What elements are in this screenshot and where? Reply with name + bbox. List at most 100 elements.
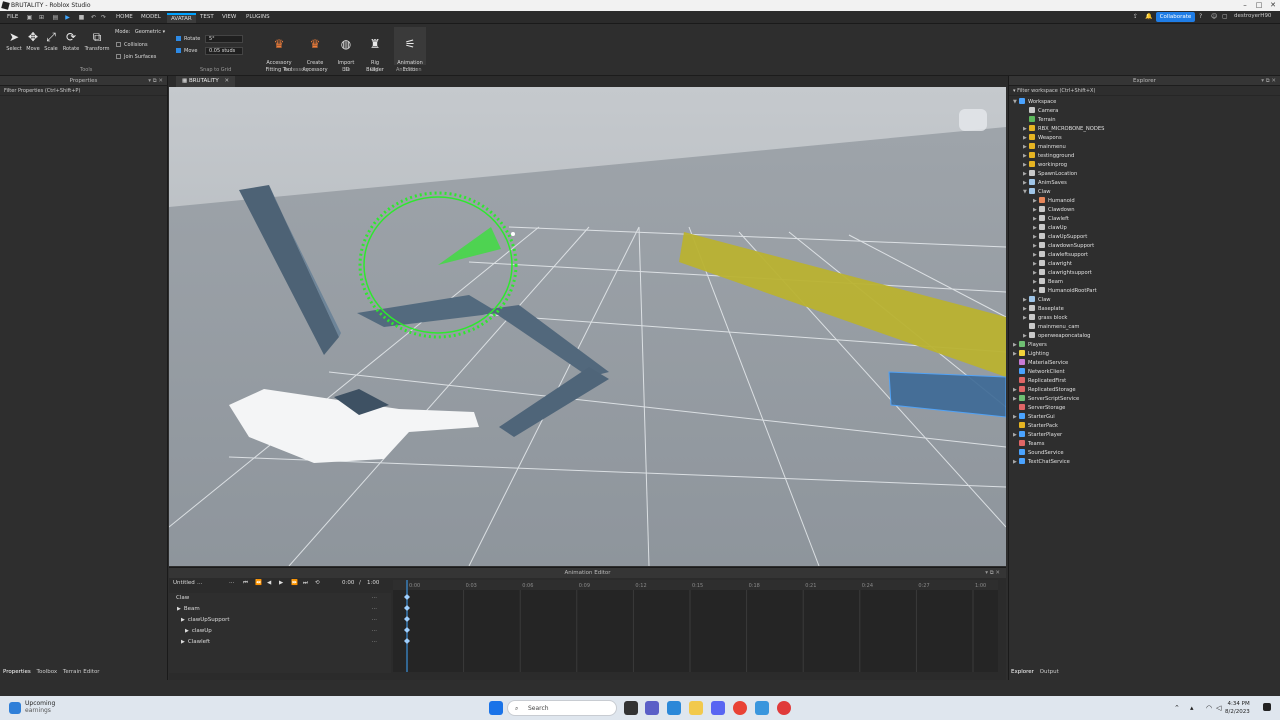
move-tool[interactable]: ✥ Move <box>23 30 43 52</box>
stop-icon[interactable]: ■ <box>78 14 85 21</box>
explorer-node[interactable]: NetworkClient <box>1009 368 1280 377</box>
explorer-node[interactable]: ▶ Claw <box>1009 296 1280 305</box>
tab-brutality[interactable]: ▦ BRUTALITY ✕ <box>176 76 236 87</box>
explorer-node[interactable]: ▶ Clawdown <box>1009 206 1280 215</box>
explorer-node[interactable]: ▶ Weapons <box>1009 134 1280 143</box>
tab-avatar[interactable]: AVATAR <box>167 13 196 23</box>
explorer-node[interactable]: ▶ Humanoid <box>1009 197 1280 206</box>
help-icon[interactable]: ? <box>1199 13 1202 20</box>
tab-test[interactable]: TEST <box>200 14 214 20</box>
username-label[interactable]: destroyerH90 <box>1234 13 1271 19</box>
track-options-icon[interactable]: ··· <box>372 593 377 604</box>
move-snap-input[interactable]: 0.05 studs <box>205 47 244 55</box>
move-snap[interactable]: Move 0.05 studs <box>176 47 244 55</box>
publish-icon[interactable]: ⊞ <box>38 14 45 21</box>
minimize-icon[interactable]: – <box>1238 0 1252 11</box>
explorer-node[interactable]: ▶ clawright <box>1009 260 1280 269</box>
notifications-icon[interactable] <box>1263 703 1271 711</box>
explorer-node[interactable]: ▼ Claw <box>1009 188 1280 197</box>
undo-icon[interactable]: ↶ <box>90 14 97 21</box>
volume-icon[interactable]: ◁ <box>1216 704 1221 712</box>
scale-tool[interactable]: ⤢ Scale <box>41 30 61 52</box>
explorer-node[interactable]: ▶ mainmenu <box>1009 143 1280 152</box>
roblox-player-icon[interactable] <box>777 701 791 715</box>
track-options-icon[interactable]: ··· <box>372 615 377 626</box>
join-surfaces-checkbox[interactable] <box>116 54 121 59</box>
track-expand-icon[interactable]: ▶ <box>181 639 185 645</box>
view-cube-icon[interactable] <box>959 109 987 131</box>
rotate-tool[interactable]: ⟳ Rotate <box>60 30 82 52</box>
animation-track-row[interactable]: ▶ Beam ··· <box>169 604 391 615</box>
options-icon[interactable]: ··· <box>229 580 234 586</box>
explorer-node[interactable]: ▶ RBX_MICROBONE_NODES <box>1009 125 1280 134</box>
animation-track-row[interactable]: ▶ Clawleft ··· <box>169 637 391 648</box>
play-icon[interactable]: ▶ <box>64 14 71 21</box>
explorer-node[interactable]: StarterPack <box>1009 422 1280 431</box>
tab-view[interactable]: VIEW <box>222 14 236 20</box>
track-expand-icon[interactable]: ▶ <box>181 617 185 623</box>
collisions-checkbox[interactable] <box>116 42 121 47</box>
explorer-node[interactable]: ▶ openweaponcatalog <box>1009 332 1280 341</box>
rotate-snap-checkbox[interactable] <box>176 36 181 41</box>
tray-chevron-icon[interactable]: ⌃ <box>1174 704 1180 712</box>
tab-home[interactable]: HOME <box>116 14 133 20</box>
track-options-icon[interactable]: ··· <box>372 626 377 637</box>
move-snap-checkbox[interactable] <box>176 48 181 53</box>
explorer-node[interactable]: ▶ clawUpSupport <box>1009 233 1280 242</box>
animation-track-row[interactable]: Claw ··· <box>169 593 391 604</box>
discord-icon[interactable] <box>711 701 725 715</box>
explorer-close-icon[interactable]: ▾ ⧉ ✕ <box>1261 76 1276 86</box>
collisions-toggle[interactable]: Collisions <box>116 42 148 48</box>
share-icon[interactable]: ⇪ <box>1133 13 1138 20</box>
transform-tool[interactable]: ⧉ Transform <box>82 30 112 52</box>
mode-select[interactable]: Mode: Geometric ▾ <box>115 29 165 35</box>
wifi-icon[interactable]: ◠ <box>1206 704 1212 712</box>
play-anim-icon[interactable]: ▶ <box>279 580 283 586</box>
select-tool[interactable]: ➤ Select <box>4 30 24 52</box>
task-view-icon[interactable] <box>624 701 638 715</box>
explorer-node[interactable]: ▼ Workspace <box>1009 98 1280 107</box>
properties-close-icon[interactable]: ▾ ⧉ ✕ <box>148 76 163 86</box>
explorer-node[interactable]: ▶ TextChatService <box>1009 458 1280 467</box>
tab-toolbox[interactable]: Toolbox <box>37 669 58 675</box>
explorer-node[interactable]: ▶ Baseplate <box>1009 305 1280 314</box>
join-surfaces-toggle[interactable]: Join Surfaces <box>116 54 156 60</box>
track-expand-icon[interactable]: ▶ <box>185 628 189 634</box>
explorer-node[interactable]: ▶ StarterPlayer <box>1009 431 1280 440</box>
widgets-icon[interactable] <box>9 702 21 714</box>
explorer-node[interactable]: ServerStorage <box>1009 404 1280 413</box>
explorer-node[interactable]: ▶ AnimSaves <box>1009 179 1280 188</box>
teams-icon[interactable] <box>645 701 659 715</box>
tab-plugins[interactable]: PLUGINS <box>246 14 270 20</box>
explorer-node[interactable]: ▶ StarterGui <box>1009 413 1280 422</box>
maximize-icon[interactable]: □ <box>1252 0 1266 11</box>
explorer-node[interactable]: mainmenu_cam <box>1009 323 1280 332</box>
anim-close-icon[interactable]: ▾ ⧉ ✕ <box>985 568 1000 578</box>
user-icon[interactable]: ☺ <box>1211 13 1217 20</box>
skip-end-icon[interactable]: ⏭ <box>303 580 308 587</box>
rotate-snap-input[interactable]: 5° <box>204 35 243 43</box>
redo-icon[interactable]: ↷ <box>100 14 107 21</box>
settings-icon[interactable]: ▤ <box>52 14 59 21</box>
explorer-node[interactable]: ▶ HumanoidRootPart <box>1009 287 1280 296</box>
tab-model[interactable]: MODEL <box>141 14 161 20</box>
taskbar-clock[interactable]: 4:34 PM 8/2/2023 <box>1225 700 1250 716</box>
total-time[interactable]: 1:00 <box>367 580 379 586</box>
skip-start-icon[interactable]: ⏮ <box>243 580 248 587</box>
explorer-node[interactable]: ▶ clawdownSupport <box>1009 242 1280 251</box>
tab-terrain-editor[interactable]: Terrain Editor <box>63 669 100 675</box>
collaborate-button[interactable]: Collaborate <box>1156 12 1195 22</box>
explorer-node[interactable]: Teams <box>1009 440 1280 449</box>
rotate-snap[interactable]: Rotate 5° <box>176 35 243 43</box>
animation-track-row[interactable]: ▶ clawUp ··· <box>169 626 391 637</box>
file-menu[interactable]: FILE <box>7 14 18 20</box>
track-options-icon[interactable]: ··· <box>372 637 377 648</box>
step-back-icon[interactable]: ⏪ <box>255 580 262 586</box>
animation-editor-button[interactable]: ⚟ Animation Editor <box>394 27 426 73</box>
explorer-node[interactable]: SoundService <box>1009 449 1280 458</box>
explorer-node[interactable]: ▶ ServerScriptService <box>1009 395 1280 404</box>
animation-name[interactable]: Untitled <box>173 580 195 586</box>
3d-viewport[interactable] <box>169 87 1006 566</box>
explorer-node[interactable]: ▶ Clawleft <box>1009 215 1280 224</box>
tab-close-icon[interactable]: ✕ <box>224 78 229 84</box>
